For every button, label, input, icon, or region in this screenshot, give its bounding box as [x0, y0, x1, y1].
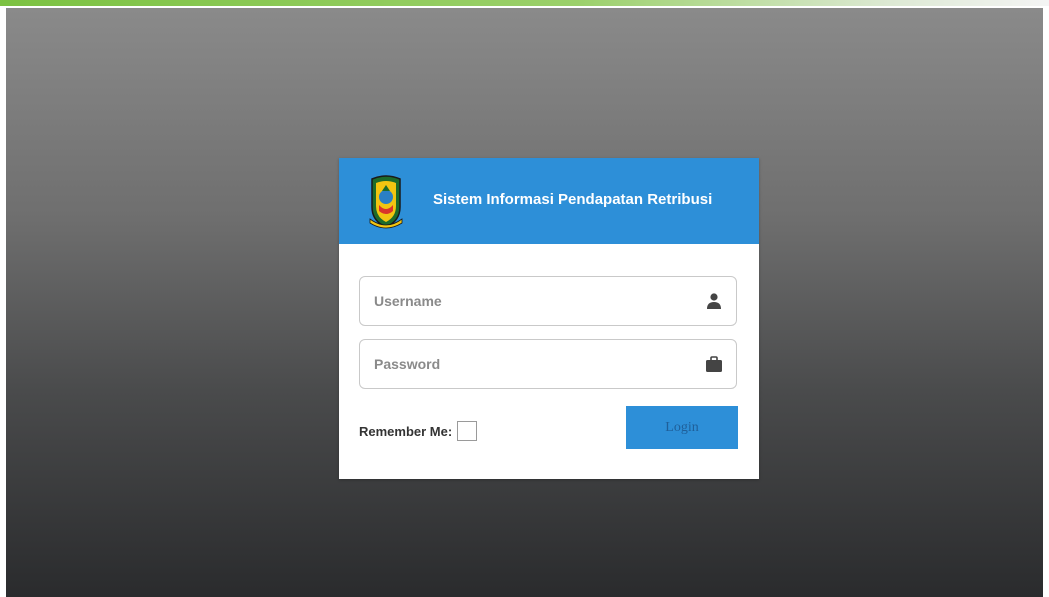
briefcase-icon — [706, 356, 722, 372]
username-input[interactable] — [374, 277, 684, 325]
top-accent-bar — [0, 0, 1049, 6]
remember-me-label: Remember Me: — [359, 423, 453, 439]
login-button[interactable]: Login — [626, 406, 738, 449]
user-icon — [707, 293, 721, 309]
app-title: Sistem Informasi Pendapatan Retribusi — [433, 191, 713, 208]
login-header: Sistem Informasi Pendapatan Retribusi — [339, 158, 759, 244]
username-field[interactable] — [359, 276, 737, 326]
remember-me-checkbox[interactable] — [457, 421, 478, 441]
login-card: Sistem Informasi Pendapatan Retribusi Re… — [339, 158, 759, 479]
password-field[interactable] — [359, 339, 737, 389]
page-background: Sistem Informasi Pendapatan Retribusi Re… — [6, 8, 1043, 597]
regional-emblem-icon — [369, 175, 403, 229]
remember-me: Remember Me: — [359, 420, 478, 442]
password-input[interactable] — [374, 340, 684, 388]
